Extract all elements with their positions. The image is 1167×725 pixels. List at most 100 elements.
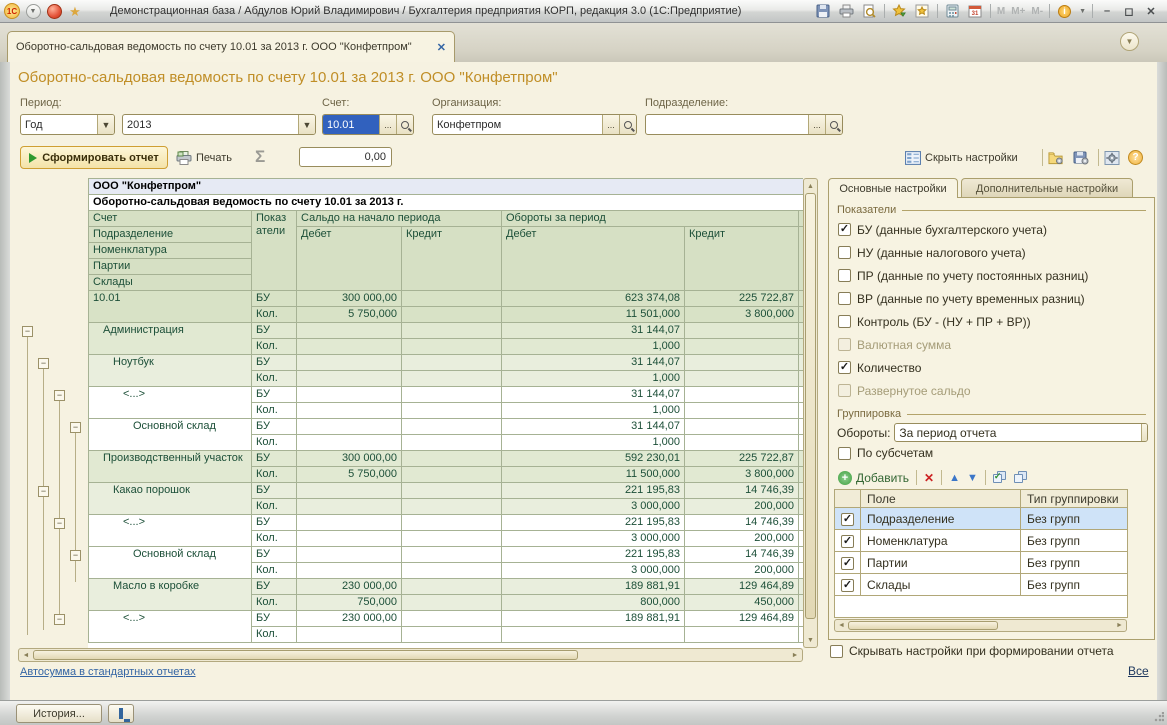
report-value-cell[interactable]: 31 144,07	[502, 419, 685, 435]
report-indicator-cell[interactable]: Кол.	[252, 307, 297, 323]
header-dim-account[interactable]: Счет	[89, 211, 252, 227]
grouping-row-checkbox[interactable]: ✓	[835, 552, 861, 574]
autosum-link[interactable]: Автосумма в стандартных отчетах	[20, 666, 196, 678]
report-value-cell[interactable]	[297, 563, 402, 579]
report-value-cell[interactable]: 189 881,91	[502, 611, 685, 627]
report-value-cell[interactable]	[402, 515, 502, 531]
home-button[interactable]	[45, 2, 63, 20]
report-value-cell[interactable]	[502, 627, 685, 643]
report-value-cell[interactable]: 5 750,000	[297, 467, 402, 483]
chevron-down-icon[interactable]	[1141, 424, 1147, 441]
tab-close-icon[interactable]: ✕	[437, 41, 446, 54]
save-button[interactable]	[815, 3, 832, 19]
grouping-row-type[interactable]: Без групп	[1021, 574, 1128, 596]
report-indicator-cell[interactable]: БУ	[252, 547, 297, 563]
tree-collapse-button[interactable]: −	[54, 518, 65, 529]
tree-collapse-button[interactable]: −	[54, 390, 65, 401]
report-value-cell[interactable]	[402, 499, 502, 515]
report-value-cell[interactable]: 1,000	[502, 371, 685, 387]
report-value-cell[interactable]: 221 195,83	[502, 515, 685, 531]
indicator-checkbox-4[interactable]: Контроль (БУ - (НУ + ПР + ВР))	[829, 310, 1154, 333]
report-value-cell[interactable]	[297, 371, 402, 387]
report-indicator-cell[interactable]: БУ	[252, 611, 297, 627]
report-value-cell[interactable]	[402, 595, 502, 611]
report-value-cell[interactable]	[685, 403, 799, 419]
checkbox-icon[interactable]	[838, 292, 851, 305]
report-value-cell[interactable]: 1,000	[502, 339, 685, 355]
scrollbar-thumb[interactable]	[848, 621, 998, 630]
grouping-row-field[interactable]: Подразделение	[861, 508, 1021, 530]
report-value-cell[interactable]: 200,000	[685, 531, 799, 547]
favorites-button[interactable]: ★	[66, 2, 84, 20]
indicator-checkbox-2[interactable]: ПР (данные по учету постоянных разниц)	[829, 264, 1154, 287]
report-row-name[interactable]: Основной склад	[89, 419, 252, 451]
move-up-button[interactable]: ▲	[949, 472, 960, 484]
resize-grip[interactable]	[1154, 712, 1164, 722]
report-row-name[interactable]: Какао порошок	[89, 483, 252, 515]
report-row-name[interactable]: Масло в коробке	[89, 579, 252, 611]
report-indicator-cell[interactable]: Кол.	[252, 371, 297, 387]
report-value-cell[interactable]	[297, 387, 402, 403]
scroll-left-icon[interactable]: ◄	[20, 649, 32, 661]
grouping-row-type[interactable]: Без групп	[1021, 552, 1128, 574]
report-value-cell[interactable]	[685, 627, 799, 643]
header-dim-department[interactable]: Подразделение	[89, 227, 252, 243]
report-row-name[interactable]: Администрация	[89, 323, 252, 355]
report-value-cell[interactable]: 1,000	[502, 435, 685, 451]
scroll-right-icon[interactable]: ►	[1114, 620, 1125, 631]
report-value-cell[interactable]	[297, 419, 402, 435]
report-value-cell[interactable]: 3 000,000	[502, 531, 685, 547]
report-value-cell[interactable]	[685, 387, 799, 403]
report-tab[interactable]: Оборотно-сальдовая ведомость по счету 10…	[7, 31, 455, 62]
report-value-cell[interactable]	[297, 627, 402, 643]
grouping-row-1[interactable]: ✓НоменклатураБез групп	[835, 530, 1128, 552]
report-value-cell[interactable]: 1,000	[502, 403, 685, 419]
report-value-cell[interactable]	[297, 323, 402, 339]
check-all-button[interactable]: ✓	[993, 471, 1007, 484]
report-value-cell[interactable]	[685, 323, 799, 339]
report-value-cell[interactable]: 225 722,87	[685, 451, 799, 467]
performance-button[interactable]	[108, 704, 134, 723]
chevron-down-icon[interactable]: ▼	[298, 115, 315, 134]
report-value-cell[interactable]	[402, 403, 502, 419]
ellipsis-button[interactable]: ...	[808, 115, 825, 134]
autosum-value-field[interactable]: 0,00	[299, 147, 392, 167]
report-indicator-cell[interactable]: Кол.	[252, 499, 297, 515]
report-value-cell[interactable]	[402, 483, 502, 499]
tab-main-settings[interactable]: Основные настройки	[828, 178, 958, 198]
checkbox-icon[interactable]	[838, 315, 851, 328]
print-button[interactable]: Печать	[176, 147, 232, 168]
calendar-button[interactable]: 31	[967, 3, 984, 19]
report-row-name[interactable]: Основной склад	[89, 547, 252, 579]
period-value-select[interactable]: 2013 ▼	[122, 114, 316, 135]
menu-dropdown-button[interactable]: ▼	[24, 2, 42, 20]
maximize-button[interactable]: ◻	[1121, 5, 1137, 18]
report-value-cell[interactable]: 11 501,000	[502, 307, 685, 323]
report-value-cell[interactable]: 300 000,00	[297, 291, 402, 307]
all-link[interactable]: Все	[1128, 664, 1149, 678]
ellipsis-button[interactable]: ...	[379, 115, 396, 134]
scroll-up-icon[interactable]: ▲	[804, 180, 817, 192]
report-value-cell[interactable]: 750,000	[297, 595, 402, 611]
close-button[interactable]: ✕	[1143, 5, 1159, 18]
grouping-row-0[interactable]: ✓ПодразделениеБез групп	[835, 508, 1128, 530]
report-value-cell[interactable]: 230 000,00	[297, 579, 402, 595]
checkbox-icon[interactable]: ✓	[838, 223, 851, 236]
report-value-cell[interactable]: 800,000	[502, 595, 685, 611]
report-value-cell[interactable]	[402, 291, 502, 307]
report-indicator-cell[interactable]: БУ	[252, 579, 297, 595]
tree-collapse-button[interactable]: −	[38, 486, 49, 497]
favorites-list-button[interactable]	[914, 3, 931, 19]
grouping-row-field[interactable]: Номенклатура	[861, 530, 1021, 552]
print-button[interactable]	[838, 3, 855, 19]
report-indicator-cell[interactable]: Кол.	[252, 563, 297, 579]
tree-collapse-button[interactable]: −	[38, 358, 49, 369]
report-value-cell[interactable]: 3 800,000	[685, 307, 799, 323]
report-value-cell[interactable]	[685, 435, 799, 451]
report-value-cell[interactable]	[402, 339, 502, 355]
report-value-cell[interactable]: 221 195,83	[502, 547, 685, 563]
report-indicator-cell[interactable]: Кол.	[252, 595, 297, 611]
report-value-cell[interactable]	[685, 371, 799, 387]
report-indicator-cell[interactable]: БУ	[252, 355, 297, 371]
department-field[interactable]: ...	[645, 114, 843, 135]
